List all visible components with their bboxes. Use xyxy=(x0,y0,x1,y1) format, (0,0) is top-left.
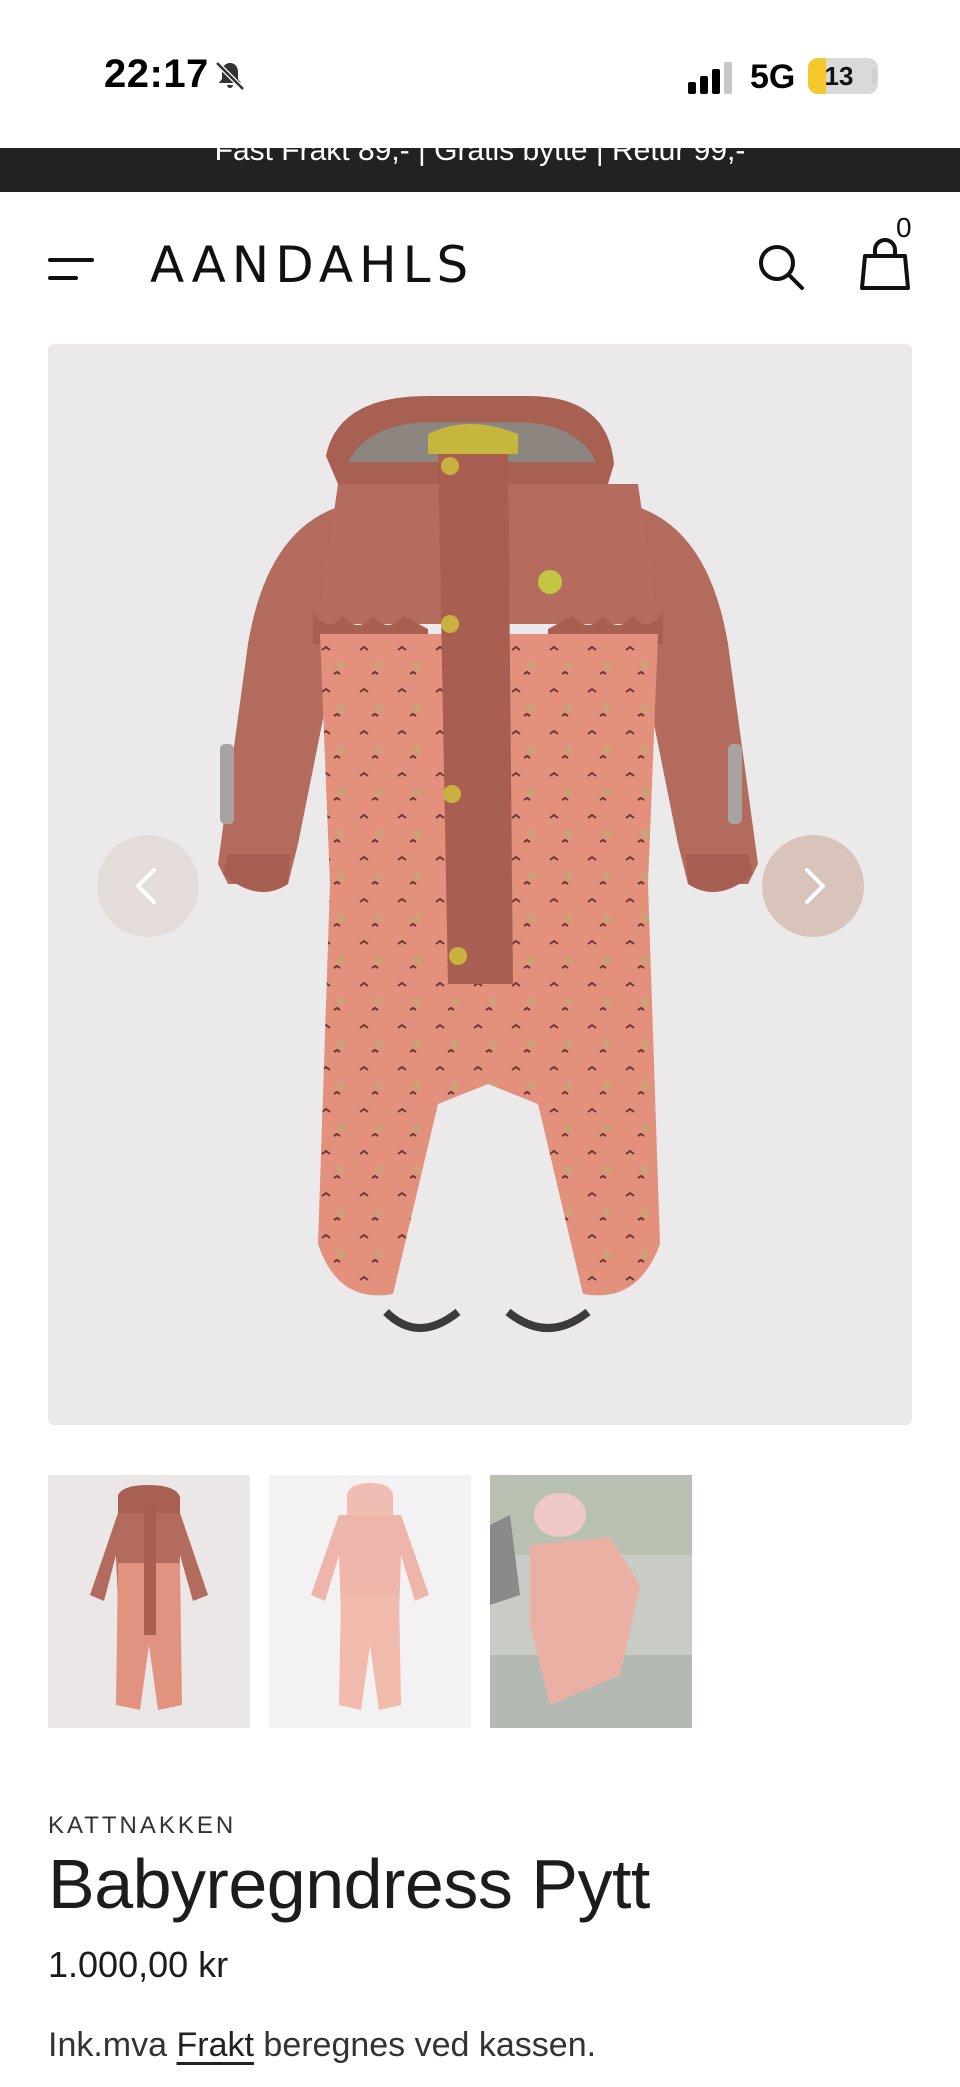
menu-button[interactable] xyxy=(48,254,96,284)
battery-nub xyxy=(872,68,877,84)
menu-icon xyxy=(48,258,94,262)
thumbnail-lifestyle-image xyxy=(490,1475,692,1728)
thumbnail-lifestyle[interactable] xyxy=(490,1475,692,1728)
bag-icon[interactable] xyxy=(860,238,910,292)
site-logo[interactable]: AANDAHLS xyxy=(150,236,474,294)
product-brand[interactable]: KATTNAKKEN xyxy=(48,1812,236,1840)
thumbnail-back[interactable] xyxy=(269,1475,471,1728)
promo-text: Fast Frakt 89,- | Gratis bytte | Retur 9… xyxy=(214,148,746,167)
thumbnail-back-image xyxy=(269,1475,471,1728)
gallery-prev-button[interactable] xyxy=(97,835,199,937)
chevron-right-icon xyxy=(805,868,825,904)
thumbnail-front-image xyxy=(48,1475,250,1728)
product-gallery[interactable] xyxy=(48,344,912,1425)
tax-suffix: beregnes ved kassen. xyxy=(263,2026,597,2064)
thumbnail-front[interactable] xyxy=(48,1475,250,1728)
thumbnail-strip xyxy=(48,1475,912,1728)
cart-count: 0 xyxy=(896,212,912,243)
tax-shipping-note: Ink.mva Frakt beregnes ved kassen. xyxy=(48,2026,596,2065)
signal-icon xyxy=(688,62,732,94)
shipping-link[interactable]: Frakt xyxy=(177,2026,254,2064)
bell-off-icon xyxy=(215,61,245,91)
status-bar: 22:17 5G 13 xyxy=(0,0,960,148)
menu-icon-bar xyxy=(48,276,78,280)
site-header: AANDAHLS 0 xyxy=(0,192,960,342)
search-icon[interactable] xyxy=(756,242,806,292)
product-title: Babyregndress Pytt xyxy=(48,1845,650,1923)
network-label: 5G xyxy=(750,58,796,96)
promo-banner: Fast Frakt 89,- | Gratis bytte | Retur 9… xyxy=(0,148,960,192)
battery-icon: 13 xyxy=(808,58,878,94)
product-price: 1.000,00 kr xyxy=(48,1944,229,1985)
status-time: 22:17 xyxy=(104,52,209,96)
gallery-next-button[interactable] xyxy=(762,835,864,937)
battery-level: 13 xyxy=(824,61,854,91)
tax-prefix: Ink.mva xyxy=(48,2026,168,2064)
chevron-left-icon xyxy=(136,868,156,904)
